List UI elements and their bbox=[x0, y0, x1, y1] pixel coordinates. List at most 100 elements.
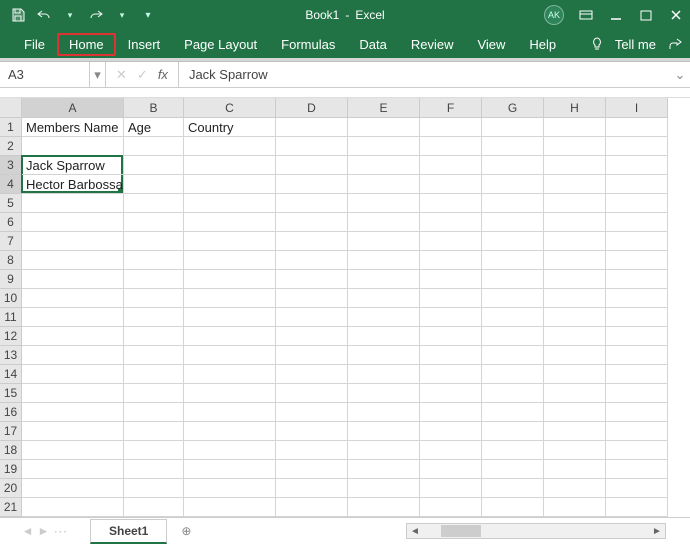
cell-B11[interactable] bbox=[124, 308, 184, 327]
cell-A20[interactable] bbox=[22, 479, 124, 498]
cell-F5[interactable] bbox=[420, 194, 482, 213]
share-icon[interactable] bbox=[668, 37, 682, 51]
cell-D2[interactable] bbox=[276, 137, 348, 156]
cell-E20[interactable] bbox=[348, 479, 420, 498]
cell-E5[interactable] bbox=[348, 194, 420, 213]
cell-C4[interactable] bbox=[184, 175, 276, 194]
cell-F12[interactable] bbox=[420, 327, 482, 346]
ribbon-tab-insert[interactable]: Insert bbox=[116, 33, 173, 56]
cell-A12[interactable] bbox=[22, 327, 124, 346]
col-header-C[interactable]: C bbox=[184, 98, 276, 118]
ribbon-tab-data[interactable]: Data bbox=[347, 33, 398, 56]
cell-I21[interactable] bbox=[606, 498, 668, 517]
cell-H1[interactable] bbox=[544, 118, 606, 137]
ribbon-tab-home[interactable]: Home bbox=[57, 33, 116, 56]
cell-E9[interactable] bbox=[348, 270, 420, 289]
cell-F18[interactable] bbox=[420, 441, 482, 460]
tell-me-lightbulb-icon[interactable] bbox=[591, 37, 603, 51]
cell-C7[interactable] bbox=[184, 232, 276, 251]
ribbon-tab-file[interactable]: File bbox=[12, 33, 57, 56]
cell-A18[interactable] bbox=[22, 441, 124, 460]
cell-D10[interactable] bbox=[276, 289, 348, 308]
cell-F15[interactable] bbox=[420, 384, 482, 403]
row-header-12[interactable]: 12 bbox=[0, 327, 22, 346]
cell-A21[interactable] bbox=[22, 498, 124, 517]
cell-H5[interactable] bbox=[544, 194, 606, 213]
cell-G5[interactable] bbox=[482, 194, 544, 213]
cell-D15[interactable] bbox=[276, 384, 348, 403]
cell-G17[interactable] bbox=[482, 422, 544, 441]
row-header-5[interactable]: 5 bbox=[0, 194, 22, 213]
cell-I2[interactable] bbox=[606, 137, 668, 156]
chevron-down-icon[interactable]: ▾ bbox=[114, 7, 130, 23]
cell-G16[interactable] bbox=[482, 403, 544, 422]
cell-C1[interactable]: Country bbox=[184, 118, 276, 137]
cell-I8[interactable] bbox=[606, 251, 668, 270]
cell-E4[interactable] bbox=[348, 175, 420, 194]
cell-F3[interactable] bbox=[420, 156, 482, 175]
cell-B10[interactable] bbox=[124, 289, 184, 308]
cell-H17[interactable] bbox=[544, 422, 606, 441]
cell-F1[interactable] bbox=[420, 118, 482, 137]
cell-A11[interactable] bbox=[22, 308, 124, 327]
cell-A4[interactable]: Hector Barbossa bbox=[22, 175, 124, 194]
cell-A8[interactable] bbox=[22, 251, 124, 270]
fx-icon[interactable]: fx bbox=[158, 67, 168, 82]
cell-A9[interactable] bbox=[22, 270, 124, 289]
cell-I15[interactable] bbox=[606, 384, 668, 403]
row-header-17[interactable]: 17 bbox=[0, 422, 22, 441]
cell-A2[interactable] bbox=[22, 137, 124, 156]
cell-I1[interactable] bbox=[606, 118, 668, 137]
cell-I19[interactable] bbox=[606, 460, 668, 479]
undo-icon[interactable] bbox=[36, 7, 52, 23]
scroll-thumb[interactable] bbox=[441, 525, 481, 537]
cell-H14[interactable] bbox=[544, 365, 606, 384]
cell-D20[interactable] bbox=[276, 479, 348, 498]
cell-I3[interactable] bbox=[606, 156, 668, 175]
row-header-3[interactable]: 3 bbox=[0, 156, 22, 175]
cell-B9[interactable] bbox=[124, 270, 184, 289]
cell-G18[interactable] bbox=[482, 441, 544, 460]
cell-I9[interactable] bbox=[606, 270, 668, 289]
cell-B12[interactable] bbox=[124, 327, 184, 346]
cell-H18[interactable] bbox=[544, 441, 606, 460]
cell-E10[interactable] bbox=[348, 289, 420, 308]
cell-I16[interactable] bbox=[606, 403, 668, 422]
cell-G8[interactable] bbox=[482, 251, 544, 270]
cell-B19[interactable] bbox=[124, 460, 184, 479]
cell-I7[interactable] bbox=[606, 232, 668, 251]
cell-E11[interactable] bbox=[348, 308, 420, 327]
cell-G12[interactable] bbox=[482, 327, 544, 346]
cell-B6[interactable] bbox=[124, 213, 184, 232]
cell-B3[interactable] bbox=[124, 156, 184, 175]
cell-A17[interactable] bbox=[22, 422, 124, 441]
cell-B13[interactable] bbox=[124, 346, 184, 365]
cell-H19[interactable] bbox=[544, 460, 606, 479]
sheet-prev-icon[interactable]: ◄ bbox=[22, 524, 34, 538]
name-box[interactable]: A3 bbox=[0, 62, 90, 87]
cell-B21[interactable] bbox=[124, 498, 184, 517]
cell-F11[interactable] bbox=[420, 308, 482, 327]
cell-G11[interactable] bbox=[482, 308, 544, 327]
chevron-down-icon[interactable]: ▾ bbox=[62, 7, 78, 23]
cell-F17[interactable] bbox=[420, 422, 482, 441]
cell-C16[interactable] bbox=[184, 403, 276, 422]
cell-D21[interactable] bbox=[276, 498, 348, 517]
scroll-right-icon[interactable]: ► bbox=[649, 526, 665, 537]
col-header-B[interactable]: B bbox=[124, 98, 184, 118]
cell-G14[interactable] bbox=[482, 365, 544, 384]
cell-I18[interactable] bbox=[606, 441, 668, 460]
row-header-13[interactable]: 13 bbox=[0, 346, 22, 365]
cell-H6[interactable] bbox=[544, 213, 606, 232]
cell-D16[interactable] bbox=[276, 403, 348, 422]
cell-E17[interactable] bbox=[348, 422, 420, 441]
cell-A7[interactable] bbox=[22, 232, 124, 251]
cell-H8[interactable] bbox=[544, 251, 606, 270]
save-icon[interactable] bbox=[10, 7, 26, 23]
cell-B18[interactable] bbox=[124, 441, 184, 460]
col-header-F[interactable]: F bbox=[420, 98, 482, 118]
cell-F6[interactable] bbox=[420, 213, 482, 232]
cell-A16[interactable] bbox=[22, 403, 124, 422]
cell-G3[interactable] bbox=[482, 156, 544, 175]
cell-G21[interactable] bbox=[482, 498, 544, 517]
